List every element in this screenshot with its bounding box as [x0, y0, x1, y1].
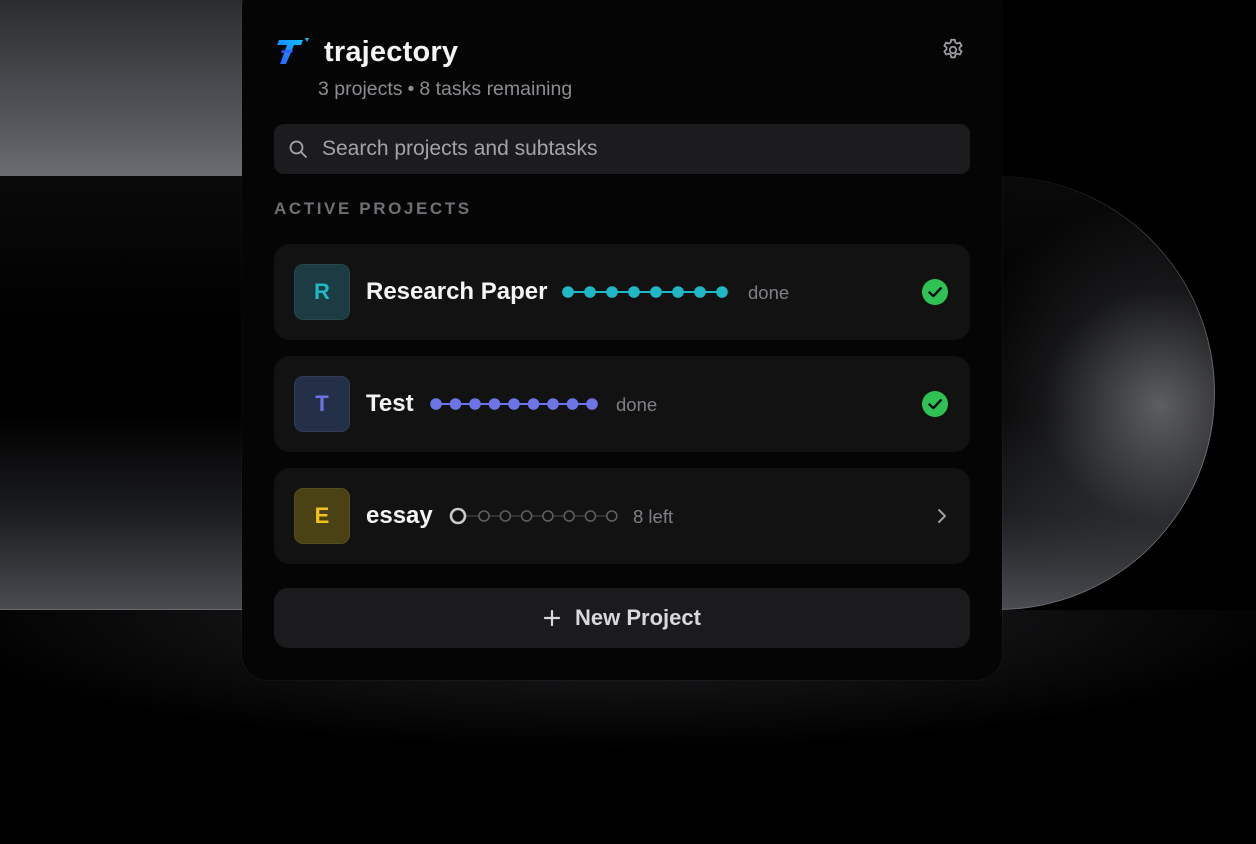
progress-step-complete	[584, 286, 596, 298]
search-input[interactable]	[322, 124, 952, 174]
progress-track	[430, 398, 598, 410]
avatar-initial: T	[315, 391, 329, 416]
new-project-button[interactable]: New Project	[274, 588, 970, 648]
progress-track	[562, 286, 728, 298]
progress-step-pending	[563, 510, 575, 522]
plus-icon	[543, 609, 561, 627]
progress-step-complete	[449, 398, 462, 410]
chevron-right-icon	[934, 506, 950, 526]
search-icon	[288, 139, 308, 159]
progress-step-complete	[562, 286, 574, 298]
progress-step-complete	[672, 286, 684, 298]
project-summary: 3 projects • 8 tasks remaining	[318, 76, 572, 102]
progress-step-complete	[650, 286, 662, 298]
avatar-initial: E	[314, 503, 330, 528]
project-card-essay[interactable]: E essay 8 left	[274, 468, 970, 564]
progress-step-pending	[520, 510, 533, 522]
progress-step-complete	[488, 398, 501, 410]
progress-step-complete	[430, 398, 442, 410]
settings-button[interactable]	[938, 37, 968, 67]
project-avatar: E	[294, 488, 350, 544]
project-name: essay	[366, 502, 433, 529]
project-count: 3 projects	[318, 78, 403, 100]
progress-step-complete	[547, 398, 559, 410]
project-name: Research Paper	[366, 278, 548, 305]
section-heading: ACTIVE PROJECTS	[274, 199, 472, 218]
new-project-label: New Project	[575, 605, 701, 630]
project-avatar: R	[294, 264, 350, 320]
progress-step-pending	[606, 510, 618, 522]
progress-step-complete	[527, 398, 540, 410]
app-window: trajectory 3 projects • 8 tasks remaining	[0, 0, 1256, 844]
project-status: done	[748, 282, 790, 303]
progress-step-complete	[716, 286, 728, 298]
progress-step-complete	[628, 286, 640, 298]
tasks-remaining: 8 tasks remaining	[419, 78, 573, 100]
project-card-research-paper[interactable]: R Research Paper done	[274, 244, 970, 340]
project-avatar: T	[294, 376, 350, 432]
check-circle-icon	[922, 279, 948, 305]
progress-step-complete	[606, 286, 618, 298]
search-bar	[274, 124, 970, 174]
trajectory-logo-icon	[276, 36, 310, 66]
check-circle-icon	[922, 391, 948, 417]
project-status: 8 left	[633, 506, 674, 527]
progress-step-complete	[508, 398, 520, 410]
project-name: Test	[366, 390, 414, 417]
project-status: done	[616, 394, 658, 415]
panel-header: trajectory 3 projects • 8 tasks remaining	[276, 32, 968, 102]
progress-step-pending	[542, 510, 554, 522]
projects-panel: trajectory 3 projects • 8 tasks remaining	[242, 0, 1002, 680]
progress-step-pending	[584, 510, 597, 522]
progress-step-complete	[566, 398, 579, 410]
summary-separator: •	[407, 78, 415, 100]
progress-step-complete	[694, 286, 706, 298]
app-title: trajectory	[324, 36, 459, 68]
progress-step-complete	[586, 398, 598, 410]
gear-icon	[940, 37, 966, 68]
progress-track	[449, 507, 618, 525]
progress-step-pending	[499, 510, 512, 522]
progress-step-pending	[478, 510, 490, 522]
project-card-test[interactable]: T Test done	[274, 356, 970, 452]
avatar-initial: R	[314, 279, 330, 304]
progress-step-complete	[469, 398, 481, 410]
progress-step-current	[449, 507, 467, 525]
